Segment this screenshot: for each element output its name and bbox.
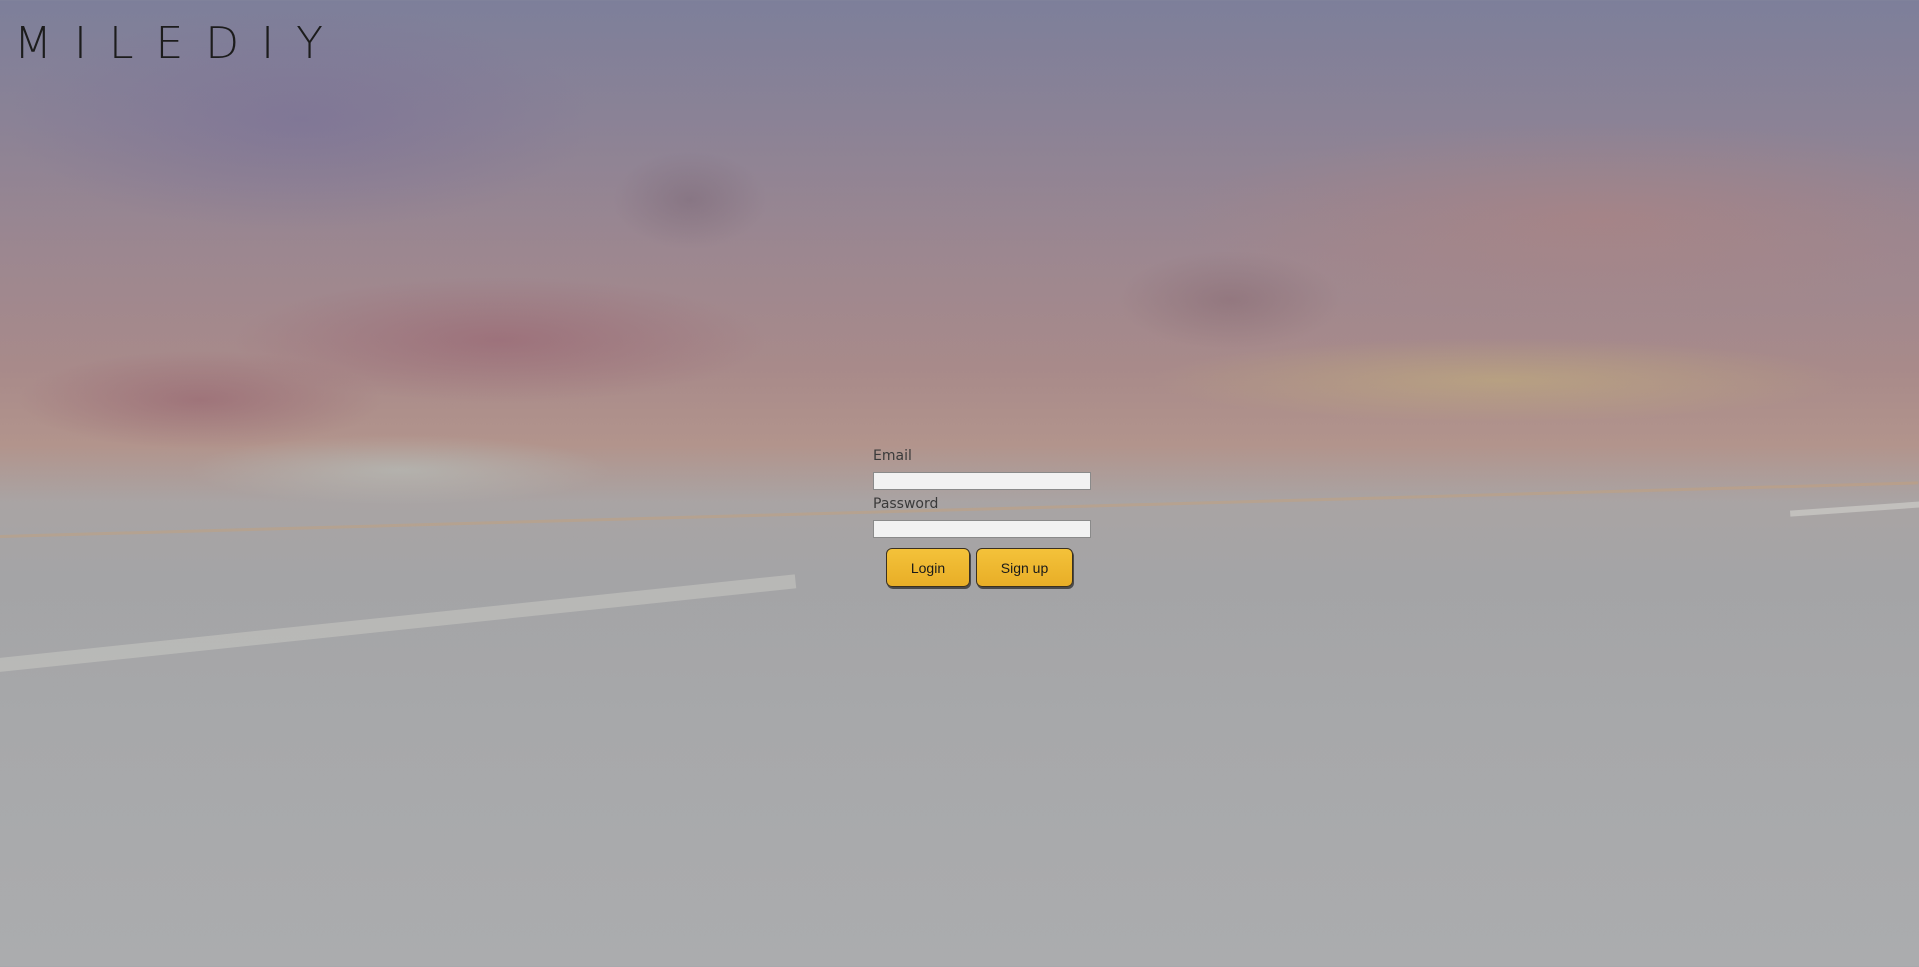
email-field[interactable] [873, 472, 1091, 490]
password-field[interactable] [873, 520, 1091, 538]
login-button[interactable]: Login [886, 548, 970, 587]
password-label: Password [873, 496, 939, 512]
brand-logo: MILEDIY [14, 18, 345, 69]
background-sky [0, 0, 1919, 520]
form-actions: Login Sign up [873, 548, 1093, 587]
background-road-marking [0, 574, 797, 674]
login-form: Email Password Login Sign up [873, 446, 1093, 587]
email-label: Email [873, 448, 912, 464]
signup-button[interactable]: Sign up [976, 548, 1073, 587]
